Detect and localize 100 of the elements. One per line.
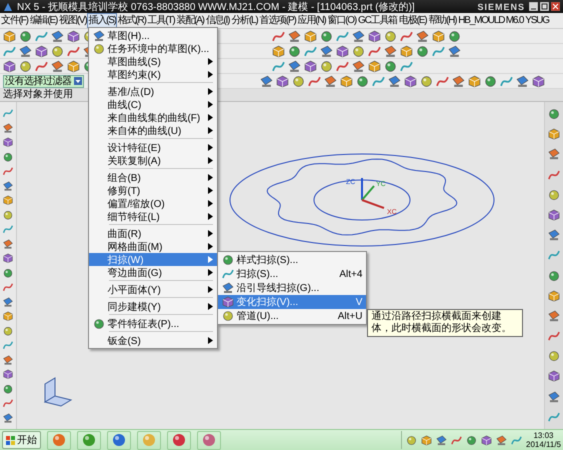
sphere-icon[interactable] <box>19 60 32 72</box>
curve-icon[interactable] <box>368 44 381 58</box>
sheet-icon[interactable] <box>416 30 429 42</box>
curve-icon[interactable] <box>2 224 14 234</box>
sphere-icon[interactable] <box>320 60 333 72</box>
sphere-icon[interactable] <box>320 30 333 42</box>
menu-item[interactable]: 草图(H)... <box>89 29 218 42</box>
sphere-icon[interactable] <box>547 350 561 362</box>
menu-bar-item[interactable]: 分析(L) <box>231 14 258 27</box>
sheet-icon[interactable] <box>388 74 400 88</box>
sphere-icon[interactable] <box>222 310 234 322</box>
sheet-icon[interactable] <box>547 390 561 403</box>
sphere-icon[interactable] <box>51 44 64 58</box>
menu-bar-item[interactable]: 装配(A) <box>176 14 204 27</box>
cube-icon[interactable] <box>2 137 14 148</box>
sphere-icon[interactable] <box>2 152 14 162</box>
menu-bar-item[interactable]: 编辑(E) <box>30 14 58 27</box>
curve-icon[interactable] <box>2 282 14 292</box>
sphere-icon[interactable] <box>2 384 14 394</box>
cube-icon[interactable] <box>2 311 14 322</box>
sheet-icon[interactable] <box>260 74 272 88</box>
taskbar-app-button[interactable] <box>47 430 71 450</box>
sheet-icon[interactable] <box>2 122 14 133</box>
sphere-icon[interactable] <box>222 254 234 266</box>
menu-item[interactable]: 关联复制(A) <box>89 154 218 167</box>
sheet-icon[interactable] <box>19 44 32 58</box>
menu-item[interactable]: 扫掠(W) <box>89 253 218 266</box>
cube-icon[interactable] <box>3 60 16 72</box>
cube-icon[interactable] <box>481 434 492 446</box>
sphere-icon[interactable] <box>384 30 397 42</box>
curve-icon[interactable] <box>2 108 14 118</box>
cube-icon[interactable] <box>368 60 381 72</box>
cube-icon[interactable] <box>421 434 432 446</box>
menu-item[interactable]: 来自曲线集的曲线(F) <box>89 111 218 124</box>
sheet-icon[interactable] <box>547 310 561 322</box>
menu-item[interactable]: 设计特征(E) <box>89 141 218 154</box>
sphere-icon[interactable] <box>547 108 561 120</box>
menu-item[interactable]: 偏置/缩放(O) <box>89 197 218 210</box>
curve-icon[interactable] <box>2 166 14 176</box>
sheet-icon[interactable] <box>2 412 14 423</box>
menu-bar-item[interactable]: 窗口(O) <box>328 14 356 27</box>
sheet-icon[interactable] <box>384 44 397 58</box>
sphere-icon[interactable] <box>2 210 14 220</box>
sheet-icon[interactable] <box>288 30 301 42</box>
sphere-icon[interactable] <box>547 270 561 282</box>
sphere-icon[interactable] <box>466 434 477 446</box>
sphere-icon[interactable] <box>416 44 429 58</box>
sheet-icon[interactable] <box>222 282 234 294</box>
minimize-icon[interactable] <box>529 2 538 11</box>
cube-icon[interactable] <box>432 30 445 42</box>
cube-icon[interactable] <box>276 74 288 88</box>
cube-icon[interactable] <box>336 44 349 58</box>
menu-bar-item[interactable]: 工具(T) <box>148 14 174 27</box>
curve-icon[interactable] <box>35 60 48 72</box>
cube-icon[interactable] <box>304 30 317 42</box>
curve-icon[interactable] <box>336 60 349 72</box>
sphere-icon[interactable] <box>2 326 14 336</box>
sphere-icon[interactable] <box>356 74 368 88</box>
menu-bar-item[interactable]: 帮助(H) <box>428 14 456 27</box>
menu-item[interactable]: 网格曲面(M) <box>89 240 218 253</box>
sheet-icon[interactable] <box>2 296 14 307</box>
cube-icon[interactable] <box>2 253 14 264</box>
sphere-icon[interactable] <box>420 74 432 88</box>
sheet-icon[interactable] <box>547 229 561 242</box>
sheet-icon[interactable] <box>2 180 14 191</box>
sheet-icon[interactable] <box>2 238 14 249</box>
sheet-icon[interactable] <box>448 44 461 58</box>
sheet-icon[interactable] <box>2 354 14 365</box>
curve-icon[interactable] <box>500 74 512 88</box>
menu-item[interactable]: 零件特征表(P)... <box>89 317 218 330</box>
menu-bar-item[interactable]: GC工具箱 <box>358 14 398 27</box>
curve-icon[interactable] <box>436 74 448 88</box>
sphere-icon[interactable] <box>288 44 301 58</box>
menu-item[interactable]: 同步建模(Y) <box>89 300 218 313</box>
menu-bar-item[interactable]: 视图(V) <box>59 14 86 27</box>
sphere-icon[interactable] <box>352 44 365 58</box>
cube-icon[interactable] <box>532 74 544 88</box>
menu-item[interactable]: 组合(B) <box>89 171 218 184</box>
cube-icon[interactable] <box>2 369 14 380</box>
cube-icon[interactable] <box>400 44 413 58</box>
taskbar-app-button[interactable] <box>77 430 101 450</box>
sphere-icon[interactable] <box>406 434 417 446</box>
cube-icon[interactable] <box>404 74 416 88</box>
cube-icon[interactable] <box>340 74 352 88</box>
menu-bar-item[interactable]: 首选项(P) <box>260 14 296 27</box>
taskbar-app-button[interactable] <box>197 430 221 450</box>
cube-icon[interactable] <box>547 290 561 302</box>
menu-item[interactable]: 来自体的曲线(U) <box>89 124 218 137</box>
curve-icon[interactable] <box>272 30 285 42</box>
cube-icon[interactable] <box>3 30 16 42</box>
sphere-icon[interactable] <box>93 42 106 54</box>
cube-icon[interactable] <box>304 60 317 72</box>
sphere-icon[interactable] <box>484 74 496 88</box>
menu-bar-item[interactable]: 文件(F) <box>1 14 28 27</box>
curve-icon[interactable] <box>547 330 561 342</box>
sphere-icon[interactable] <box>384 60 397 72</box>
cube-icon[interactable] <box>547 128 561 140</box>
menu-item[interactable]: 草图曲线(S) <box>89 55 218 68</box>
menu-item[interactable]: 管道(U)... Alt+U <box>218 309 366 323</box>
curve-icon[interactable] <box>308 74 320 88</box>
